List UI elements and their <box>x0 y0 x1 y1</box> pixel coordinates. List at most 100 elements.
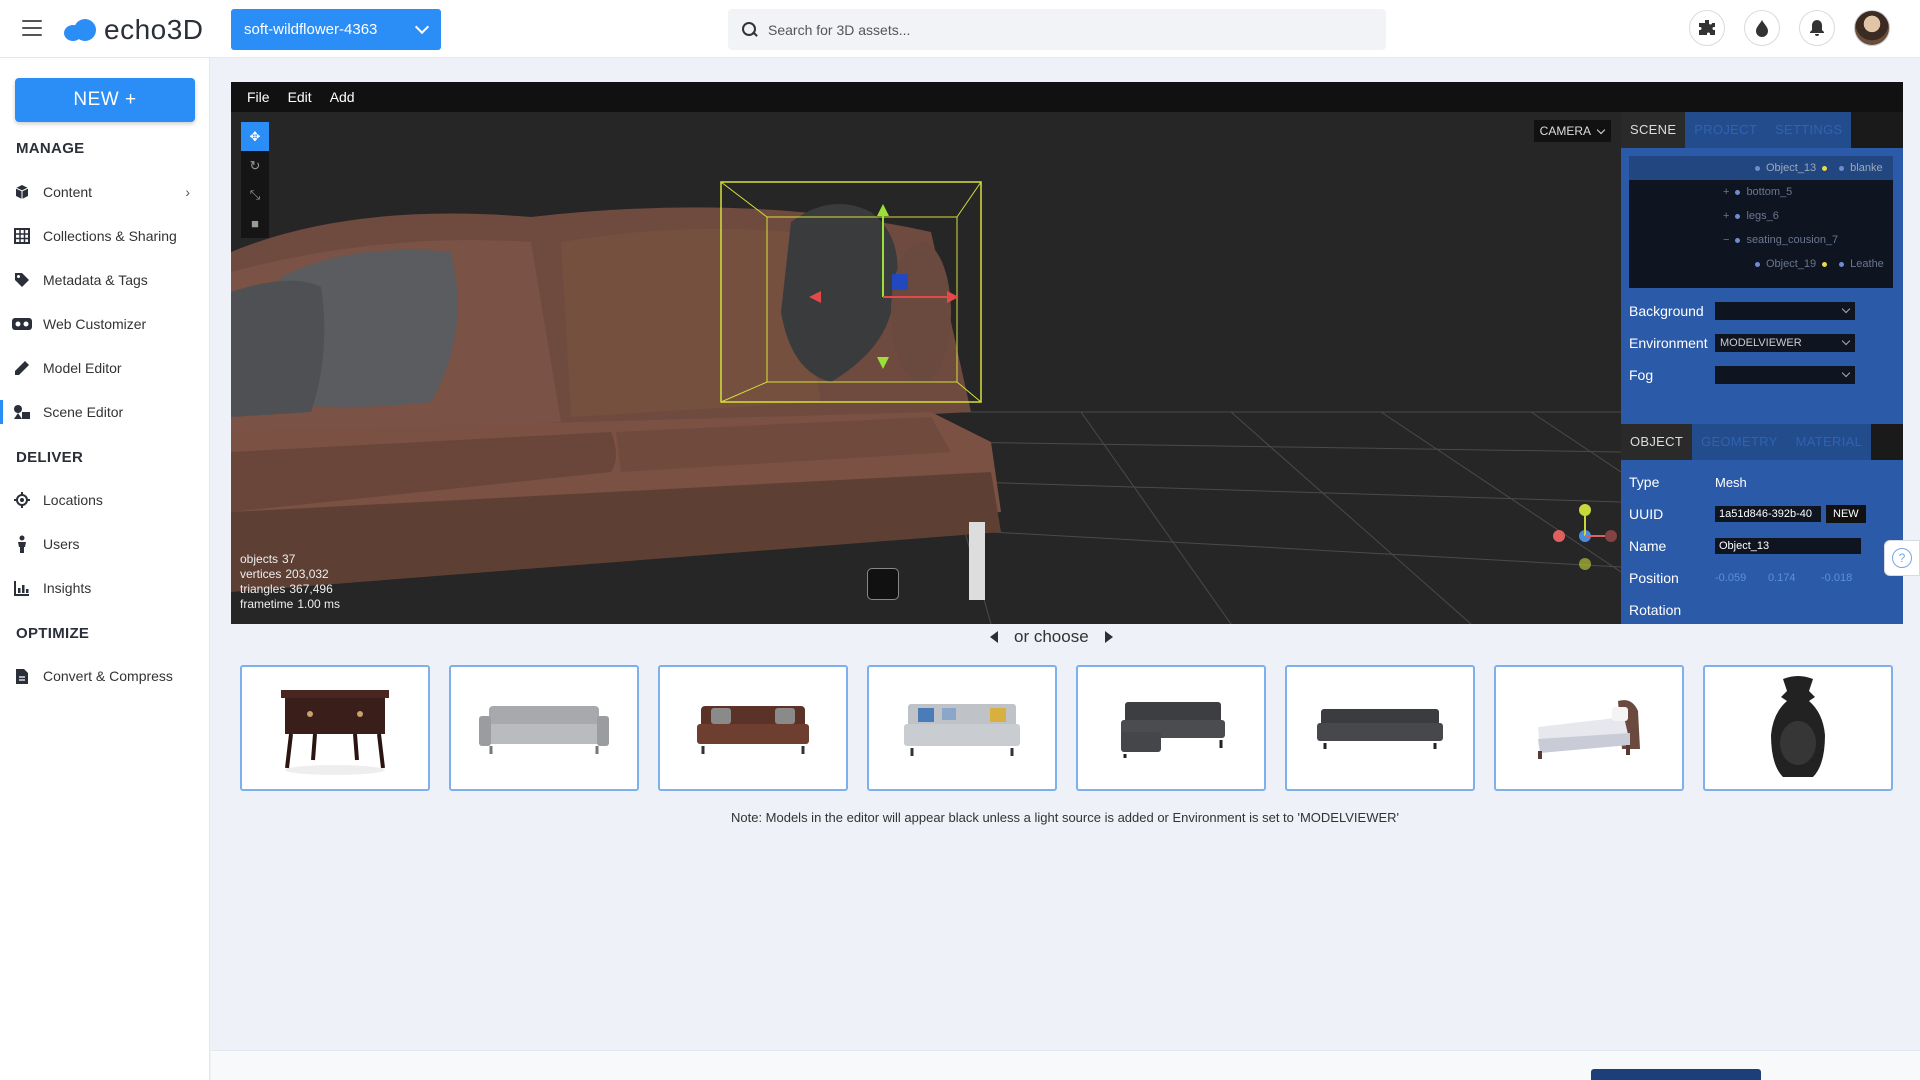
tag-icon <box>12 271 32 289</box>
panel-tabs: SCENE PROJECT SETTINGS <box>1621 112 1903 148</box>
outliner-item[interactable]: Object_13 blanke <box>1629 156 1893 180</box>
sidebar-item-collections[interactable]: Collections & Sharing <box>12 222 198 250</box>
sidebar: NEW + MANAGE Content › Collections & Sha… <box>0 58 210 1080</box>
new-button[interactable]: NEW + <box>15 78 195 122</box>
grid-icon <box>12 227 32 245</box>
section-manage: MANAGE <box>16 140 85 157</box>
next-arrow-icon[interactable] <box>1104 631 1113 643</box>
avatar[interactable] <box>1854 10 1890 46</box>
sidebar-item-scene-editor[interactable]: Scene Editor <box>0 398 198 426</box>
sidebar-item-label: Locations <box>43 492 103 508</box>
tab-geometry[interactable]: GEOMETRY <box>1692 424 1787 460</box>
move-tool-icon[interactable]: ✥ <box>241 122 269 151</box>
scale-tool-icon[interactable]: ⤡ <box>241 180 269 209</box>
menu-add[interactable]: Add <box>321 89 364 105</box>
thumbnail-dresser[interactable] <box>240 665 430 791</box>
outliner-item[interactable]: + legs_6 <box>1629 204 1893 228</box>
prev-arrow-icon[interactable] <box>990 631 998 643</box>
background-row: Background <box>1629 300 1893 322</box>
thumbnail-sectional-sofa[interactable] <box>1076 665 1266 791</box>
thumbnail-dark-sofa[interactable] <box>1285 665 1475 791</box>
scene-render <box>231 181 1621 624</box>
menu-file[interactable]: File <box>238 89 279 105</box>
camera-select[interactable]: CAMERA <box>1533 120 1611 142</box>
sidebar-item-convert[interactable]: Convert & Compress <box>12 662 198 690</box>
outliner-item[interactable]: − seating_cousion_7 <box>1629 228 1893 252</box>
sidebar-item-label: Collections & Sharing <box>43 228 177 244</box>
sidebar-item-label: Insights <box>43 580 92 596</box>
drop-icon[interactable] <box>1744 10 1780 46</box>
footer-button[interactable] <box>1591 1069 1761 1080</box>
help-button[interactable]: ? <box>1884 540 1920 576</box>
model-thumbnails <box>240 665 1893 791</box>
tab-settings[interactable]: SETTINGS <box>1766 112 1852 148</box>
name-input[interactable]: Object_13 <box>1715 538 1861 554</box>
tab-material[interactable]: MATERIAL <box>1786 424 1872 460</box>
search-input[interactable] <box>768 21 1348 38</box>
environment-row: Environment MODELVIEWER <box>1629 332 1893 354</box>
shapes-icon <box>12 403 32 421</box>
tab-object[interactable]: OBJECT <box>1621 424 1693 460</box>
thumbnail-patterned-sofa[interactable] <box>867 665 1057 791</box>
thumbnail-bed[interactable] <box>1494 665 1684 791</box>
sidebar-item-content[interactable]: Content › <box>12 178 198 206</box>
sidebar-item-label: Model Editor <box>43 360 122 376</box>
chevron-down-icon <box>414 19 430 35</box>
chevron-right-icon: › <box>185 184 190 200</box>
position-row: Position -0.059 0.174 -0.018 <box>1629 567 1893 589</box>
scene-outliner[interactable]: Object_13 blanke + bottom_5 + legs_6 − seati… <box>1629 156 1893 288</box>
editor-note: Note: Models in the editor will appear b… <box>730 810 1400 825</box>
editor-menubar: File Edit Add <box>231 82 1903 112</box>
thumbnail-brown-sofa[interactable] <box>658 665 848 791</box>
rotate-tool-icon[interactable]: ↻ <box>241 151 269 180</box>
tab-scene[interactable]: SCENE <box>1621 112 1686 148</box>
thumbnail-grey-sofa[interactable] <box>449 665 639 791</box>
logo-text: echo3D <box>104 14 204 45</box>
model-chooser-nav: or choose <box>990 627 1113 647</box>
sidebar-item-model-editor[interactable]: Model Editor <box>12 354 198 382</box>
environment-select[interactable]: MODELVIEWER <box>1715 334 1855 352</box>
3d-viewport[interactable]: ✥ ↻ ⤡ ■ CAMERA objects 37 vertices 203,032… <box>231 112 1621 624</box>
sidebar-item-label: Web Customizer <box>43 316 147 332</box>
rotation-row: Rotation <box>1629 602 1682 618</box>
fog-select[interactable] <box>1715 366 1855 384</box>
sidebar-item-locations[interactable]: Locations <box>12 486 198 514</box>
new-uuid-button[interactable]: NEW <box>1826 505 1866 523</box>
sidebar-item-insights[interactable]: Insights <box>12 574 198 602</box>
chart-icon <box>12 579 32 597</box>
file-icon <box>12 667 32 685</box>
project-selector[interactable]: soft-wildflower-4363 <box>231 9 441 50</box>
type-row: Type Mesh <box>1629 474 1747 490</box>
tab-project[interactable]: PROJECT <box>1685 112 1767 148</box>
background-select[interactable] <box>1715 302 1855 320</box>
position-x[interactable]: -0.059 <box>1715 572 1768 584</box>
puzzle-icon[interactable] <box>1689 10 1725 46</box>
section-optimize: OPTIMIZE <box>16 625 90 642</box>
person-icon <box>12 535 32 553</box>
cube-icon <box>12 183 32 201</box>
position-z[interactable]: -0.018 <box>1821 572 1874 584</box>
uuid-value: 1a51d846-392b-40 <box>1715 506 1821 522</box>
outliner-item[interactable]: Object_19 Leathe <box>1629 252 1893 276</box>
play-button[interactable] <box>867 568 899 600</box>
sidebar-item-label: Convert & Compress <box>43 668 173 684</box>
sidebar-item-label: Scene Editor <box>43 404 124 420</box>
sidebar-item-metadata[interactable]: Metadata & Tags <box>12 266 198 294</box>
stat-frametime: frametime 1.00 ms <box>240 597 341 611</box>
logo[interactable]: echo3D <box>64 14 204 46</box>
location-icon <box>12 491 32 509</box>
stat-triangles: triangles 367,496 <box>240 582 333 596</box>
sidebar-item-web-customizer[interactable]: Web Customizer <box>12 310 198 338</box>
bell-icon[interactable] <box>1799 10 1835 46</box>
top-bar: echo3D soft-wildflower-4363 <box>0 0 1920 58</box>
menu-icon[interactable] <box>22 20 42 36</box>
thumbnail-vase[interactable] <box>1703 665 1893 791</box>
vr-icon <box>12 315 32 333</box>
menu-edit[interactable]: Edit <box>279 89 321 105</box>
section-deliver: DELIVER <box>16 449 84 466</box>
position-y[interactable]: 0.174 <box>1768 572 1821 584</box>
outliner-item[interactable]: + bottom_5 <box>1629 180 1893 204</box>
stop-icon[interactable]: ■ <box>241 209 269 238</box>
sidebar-item-users[interactable]: Users <box>12 530 198 558</box>
search-bar[interactable] <box>728 9 1386 50</box>
